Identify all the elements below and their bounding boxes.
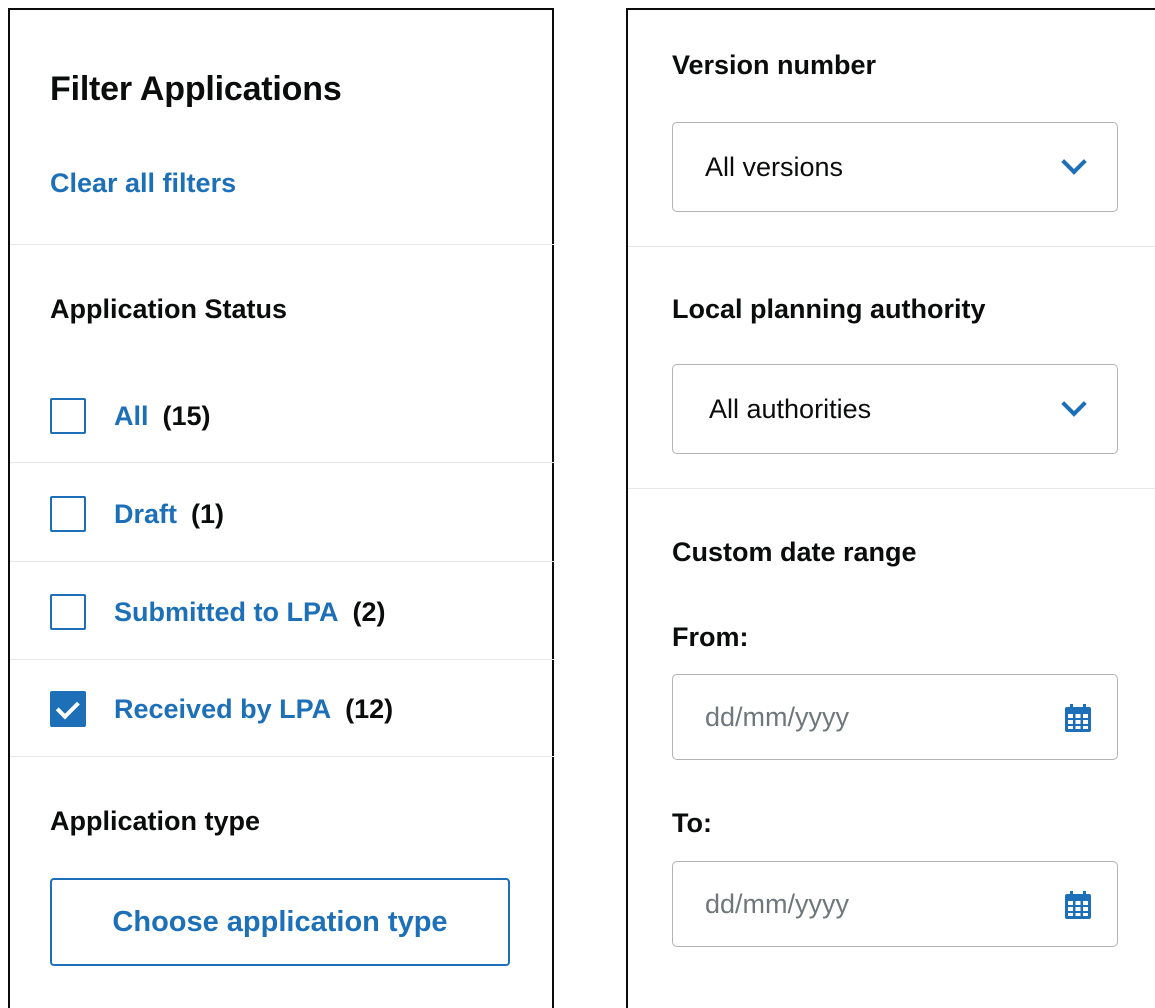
- choose-application-type-button[interactable]: Choose application type: [50, 878, 510, 966]
- status-heading: Application Status: [50, 294, 288, 324]
- divider: [628, 488, 1155, 489]
- status-option-received[interactable]: Received by LPA (12): [50, 687, 393, 731]
- divider: [10, 756, 554, 757]
- from-date-input[interactable]: dd/mm/yyyy: [672, 674, 1118, 760]
- type-heading: Application type: [50, 806, 261, 836]
- clear-filters-link[interactable]: Clear all filters: [50, 168, 236, 199]
- checkbox[interactable]: [50, 398, 86, 434]
- filter-panel-continued: Version number All versions Local planni…: [626, 8, 1155, 1008]
- status-label[interactable]: All: [114, 401, 149, 432]
- status-count: (15): [162, 400, 211, 431]
- calendar-icon[interactable]: [1065, 891, 1091, 919]
- status-option-submitted[interactable]: Submitted to LPA (2): [50, 590, 385, 634]
- lpa-select[interactable]: All authorities: [672, 364, 1118, 454]
- status-label[interactable]: Received by LPA: [114, 694, 331, 725]
- to-label: To:: [672, 808, 712, 838]
- from-date-placeholder: dd/mm/yyyy: [705, 701, 850, 732]
- status-count: (1): [191, 498, 225, 529]
- checkbox[interactable]: [50, 594, 86, 630]
- checkbox[interactable]: [50, 496, 86, 532]
- lpa-heading: Local planning authority: [672, 294, 986, 324]
- divider: [10, 659, 554, 660]
- status-label[interactable]: Draft: [114, 499, 177, 530]
- status-count: (12): [345, 693, 394, 724]
- status-option-all[interactable]: All (15): [50, 394, 211, 438]
- to-date-input[interactable]: dd/mm/yyyy: [672, 861, 1118, 947]
- version-heading: Version number: [672, 50, 877, 80]
- status-option-draft[interactable]: Draft (1): [50, 492, 224, 536]
- divider: [10, 462, 554, 463]
- checkmark-icon[interactable]: [50, 691, 86, 727]
- divider: [10, 244, 554, 245]
- chevron-down-icon: [1061, 391, 1087, 417]
- divider: [10, 561, 554, 562]
- from-label: From:: [672, 622, 749, 652]
- filter-panel: Filter Applications Clear all filters Ap…: [8, 8, 554, 1008]
- status-label[interactable]: Submitted to LPA: [114, 597, 338, 628]
- divider: [628, 246, 1155, 247]
- status-count: (2): [352, 596, 386, 627]
- lpa-select-value: All authorities: [709, 393, 872, 424]
- version-select-value: All versions: [705, 151, 844, 182]
- version-select[interactable]: All versions: [672, 122, 1118, 212]
- chevron-down-icon: [1061, 149, 1087, 175]
- panel-title: Filter Applications: [50, 70, 342, 108]
- calendar-icon[interactable]: [1065, 704, 1091, 732]
- to-date-placeholder: dd/mm/yyyy: [705, 888, 850, 919]
- date-range-heading: Custom date range: [672, 537, 917, 567]
